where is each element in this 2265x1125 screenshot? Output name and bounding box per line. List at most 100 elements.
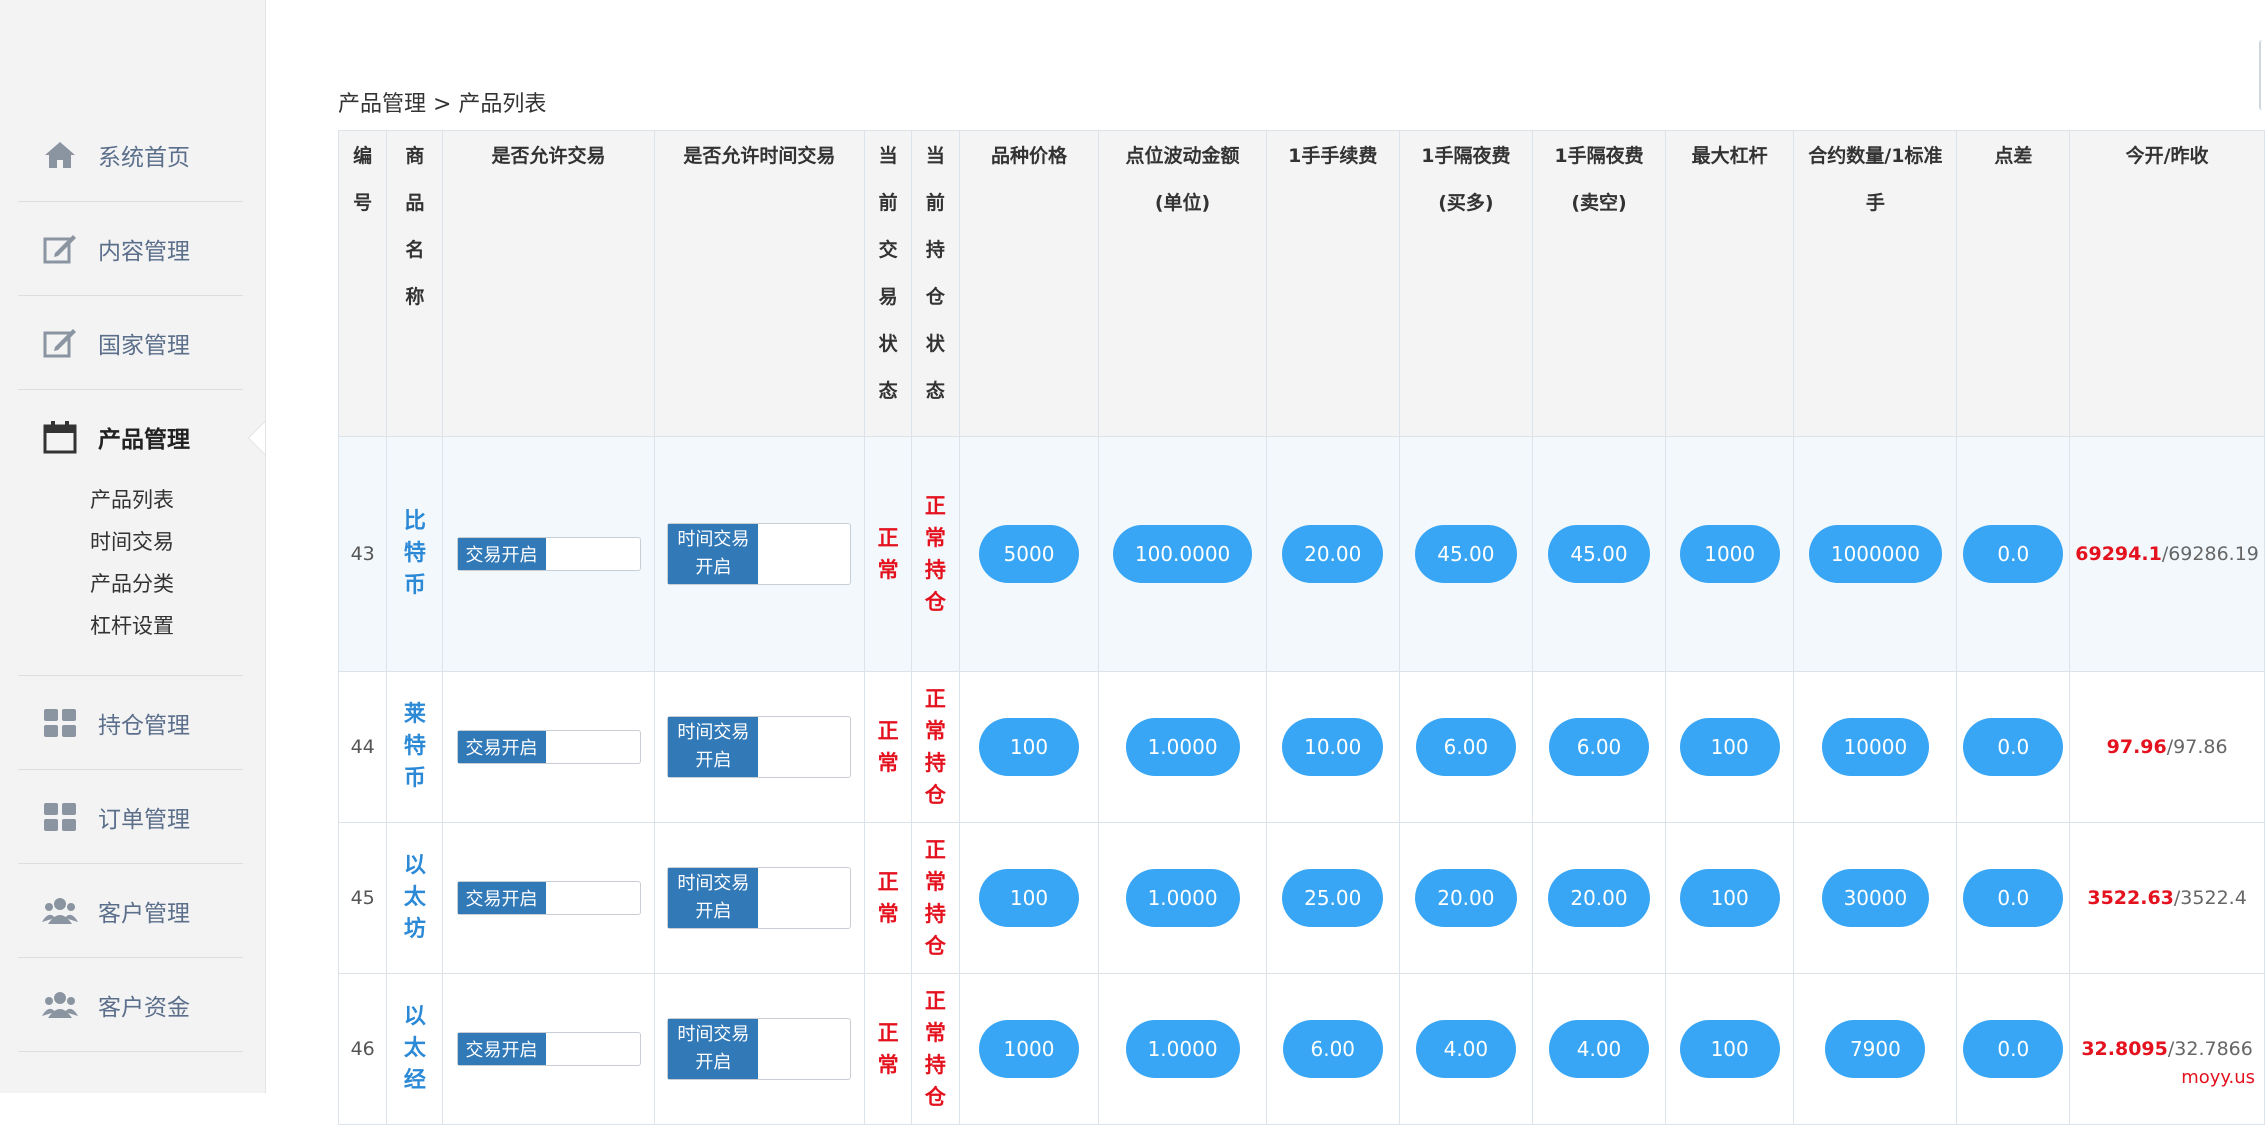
cell-trade-status: 正常 (863, 973, 913, 1125)
price-pill[interactable]: 1000 (978, 1020, 1079, 1078)
product-name-link[interactable]: 莱特币 (404, 699, 426, 795)
cell-name[interactable]: 以太坊 (386, 822, 444, 974)
price-pill[interactable]: 100 (978, 718, 1079, 776)
cell-allow-trade: 交易开启 (442, 671, 655, 823)
overnight-buy-pill[interactable]: 20.00 (1415, 869, 1517, 927)
contract-pill[interactable]: 30000 (1821, 869, 1930, 927)
contract-pill[interactable]: 10000 (1821, 718, 1930, 776)
trade-toggle[interactable]: 交易开启 (456, 1032, 641, 1066)
cell-id: 43 (337, 436, 388, 672)
cell-contract: 30000 (1793, 822, 1958, 974)
trade-toggle[interactable]: 交易开启 (456, 881, 641, 915)
sidebar-item-positions[interactable]: 持仓管理 (18, 676, 243, 770)
cell-overnight-buy: 20.00 (1398, 822, 1533, 974)
home-icon (42, 137, 78, 173)
cell-overnight-sell: 20.00 (1531, 822, 1667, 974)
sidebar-item-product[interactable]: 产品管理 产品列表 时间交易 产品分类 杠杆设置 (18, 390, 243, 676)
col-header-name: 商品名称 (386, 130, 444, 437)
overnight-sell-pill[interactable]: 6.00 (1549, 718, 1649, 776)
contract-pill[interactable]: 7900 (1825, 1020, 1926, 1078)
cell-price: 100 (958, 671, 1100, 823)
cell-tick-value: 100.0000 (1098, 436, 1267, 672)
position-status-text: 正常持仓 (924, 494, 946, 614)
cell-open-close: 69294.1/69286.19 (2069, 436, 2265, 672)
cell-name[interactable]: 比特币 (386, 436, 444, 672)
cell-tick-value: 1.0000 (1098, 822, 1267, 974)
sidebar-item-home[interactable]: 系统首页 (18, 108, 243, 202)
cell-name[interactable]: 以太经 (386, 973, 444, 1125)
cell-spread: 0.0 (1956, 436, 2071, 672)
leverage-pill[interactable]: 1000 (1679, 525, 1780, 583)
sidebar-item-label: 内容管理 (98, 238, 190, 265)
overnight-buy-pill[interactable]: 6.00 (1415, 718, 1516, 776)
spread-pill[interactable]: 0.0 (1963, 1020, 2064, 1078)
grid-icon (42, 799, 78, 835)
sidebar-item-customers[interactable]: 客户管理 (18, 864, 243, 958)
time-trade-toggle-on-label: 时间交易 开启 (668, 868, 759, 928)
leverage-pill[interactable]: 100 (1679, 718, 1780, 776)
cell-leverage: 100 (1665, 822, 1795, 974)
product-name-link[interactable]: 比特币 (404, 506, 426, 602)
overnight-sell-pill[interactable]: 45.00 (1548, 525, 1650, 583)
price-pill[interactable]: 100 (978, 869, 1079, 927)
submenu-item-time-trade[interactable]: 时间交易 (90, 521, 243, 563)
submenu-item-product-list[interactable]: 产品列表 (90, 479, 243, 521)
time-trade-toggle[interactable]: 时间交易 开启 (667, 523, 852, 585)
sidebar-item-content[interactable]: 内容管理 (18, 202, 243, 296)
active-indicator (249, 422, 265, 454)
overnight-buy-pill[interactable]: 4.00 (1415, 1020, 1516, 1078)
overnight-sell-pill[interactable]: 4.00 (1549, 1020, 1649, 1078)
overnight-sell-pill[interactable]: 20.00 (1548, 869, 1650, 927)
time-trade-toggle[interactable]: 时间交易 开启 (667, 867, 852, 929)
time-trade-toggle[interactable]: 时间交易 开启 (667, 716, 852, 778)
trade-toggle[interactable]: 交易开启 (456, 537, 641, 571)
cell-trade-status: 正常 (863, 822, 913, 974)
price-pill[interactable]: 5000 (978, 525, 1079, 583)
users-icon (42, 893, 78, 929)
cell-overnight-buy: 45.00 (1398, 436, 1533, 672)
table-row: 44 莱特币 交易开启 时间交易 开启 正常 正常持仓 100 1.0000 10.00 6.00 6… (337, 671, 2265, 823)
sidebar-item-orders[interactable]: 订单管理 (18, 770, 243, 864)
overnight-buy-pill[interactable]: 45.00 (1415, 525, 1517, 583)
fee-pill[interactable]: 20.00 (1282, 525, 1384, 583)
contract-pill[interactable]: 1000000 (1808, 525, 1942, 583)
leverage-pill[interactable]: 100 (1679, 869, 1780, 927)
trade-toggle-on-label: 交易开启 (457, 538, 546, 570)
fee-pill[interactable]: 25.00 (1282, 869, 1384, 927)
fee-pill[interactable]: 10.00 (1282, 718, 1384, 776)
col-header-open-close: 今开/昨收 (2069, 130, 2265, 437)
spread-pill[interactable]: 0.0 (1963, 869, 2064, 927)
users-icon (42, 987, 78, 1023)
fee-pill[interactable]: 6.00 (1282, 1020, 1383, 1078)
cell-position-status: 正常持仓 (911, 671, 960, 823)
tick-value-pill[interactable]: 100.0000 (1112, 525, 1253, 583)
cell-trade-status: 正常 (863, 671, 913, 823)
product-name-link[interactable]: 以太坊 (404, 850, 426, 946)
leverage-pill[interactable]: 100 (1679, 1020, 1780, 1078)
spread-pill[interactable]: 0.0 (1963, 525, 2064, 583)
sidebar-item-customer-funds[interactable]: 客户资金 (18, 958, 243, 1052)
position-status-text: 正常持仓 (924, 838, 946, 958)
close-price: /3522.4 (2173, 887, 2247, 909)
spread-pill[interactable]: 0.0 (1963, 718, 2064, 776)
col-header-tick-value: 点位波动金额 (单位) (1098, 130, 1267, 437)
submenu-item-product-category[interactable]: 产品分类 (90, 563, 243, 605)
cell-spread: 0.0 (1956, 973, 2071, 1125)
submenu-item-leverage-settings[interactable]: 杠杆设置 (90, 605, 243, 647)
tick-value-pill[interactable]: 1.0000 (1125, 1020, 1240, 1078)
cell-tick-value: 1.0000 (1098, 671, 1267, 823)
sidebar-submenu: 产品列表 时间交易 产品分类 杠杆设置 (18, 479, 243, 647)
trade-toggle[interactable]: 交易开启 (456, 730, 641, 764)
sidebar-item-country[interactable]: 国家管理 (18, 296, 243, 390)
col-header-trade-status: 当前交易状态 (863, 130, 913, 437)
cell-name[interactable]: 莱特币 (386, 671, 444, 823)
col-header-allow-time-trade: 是否允许时间交易 (653, 130, 865, 437)
cell-overnight-buy: 6.00 (1398, 671, 1533, 823)
sidebar-item-label: 产品管理 (98, 426, 190, 453)
cell-id: 46 (337, 973, 388, 1125)
tick-value-pill[interactable]: 1.0000 (1125, 869, 1240, 927)
time-trade-toggle[interactable]: 时间交易 开启 (667, 1018, 852, 1080)
col-header-overnight-sell: 1手隔夜费 (卖空) (1531, 130, 1667, 437)
product-name-link[interactable]: 以太经 (404, 1001, 426, 1097)
tick-value-pill[interactable]: 1.0000 (1125, 718, 1240, 776)
